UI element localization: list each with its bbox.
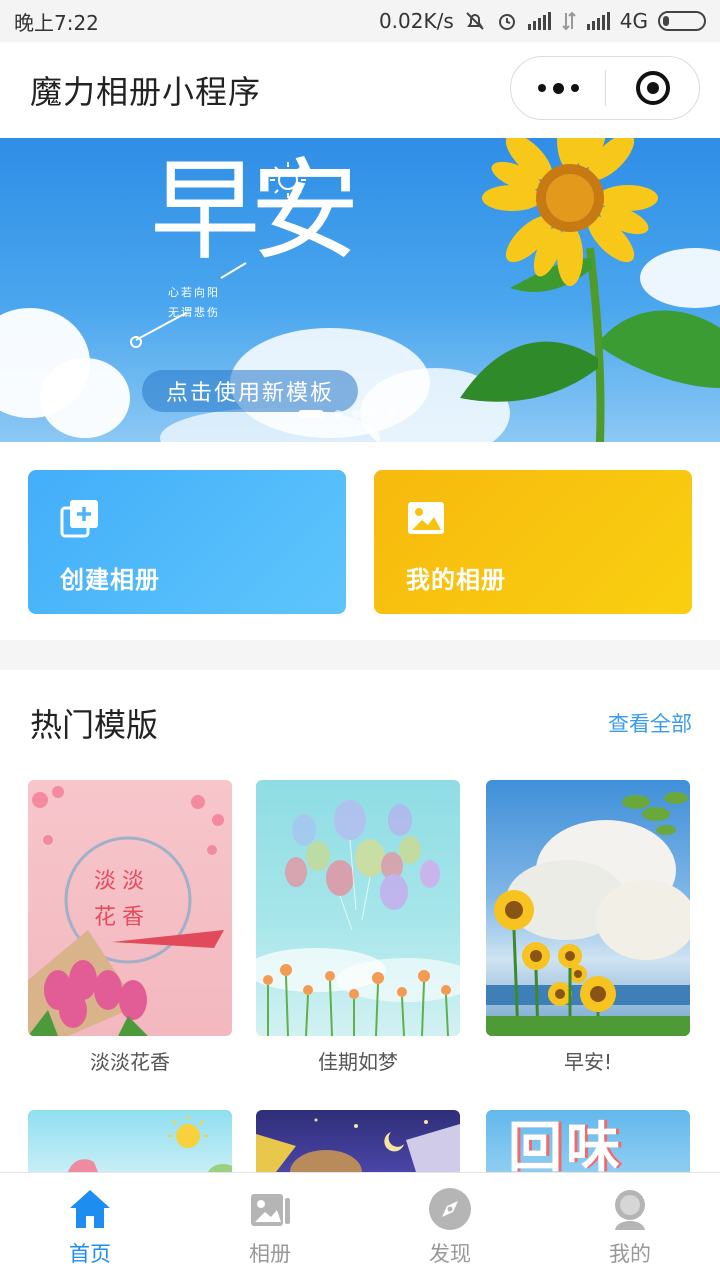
- add-photo-icon: [60, 500, 98, 538]
- tab-label: 相册: [249, 1241, 291, 1266]
- sunflower-illustration: [460, 138, 720, 442]
- album-icon: [251, 1193, 290, 1226]
- network-type: 4G: [619, 9, 648, 33]
- my-albums-label: 我的相册: [406, 566, 506, 594]
- dot: [537, 84, 546, 92]
- template-name: 淡淡花香: [90, 1050, 170, 1074]
- carousel-indicator: [298, 410, 396, 418]
- template-card-partial[interactable]: 回味: [486, 1110, 690, 1172]
- carousel-dot: [388, 410, 396, 418]
- carousel-dot: [352, 410, 360, 418]
- carousel-dot: [334, 410, 342, 418]
- template-art-text: 回味: [508, 1116, 624, 1173]
- signal-icon: [527, 12, 551, 30]
- status-indicators: 0.02K/s 4G: [379, 9, 706, 33]
- banner-carousel[interactable]: 早安 心若向阳 无谓悲伤 点击使用新模板: [0, 138, 720, 442]
- sun-cartoon-art: [68, 1116, 232, 1172]
- template-name: 佳期如梦: [318, 1050, 398, 1074]
- template-thumbnail: [256, 780, 460, 1036]
- create-album-label: 创建相册: [60, 566, 160, 594]
- tab-album[interactable]: 相册: [180, 1173, 360, 1280]
- balloon-art: [256, 800, 460, 1036]
- target-icon: [635, 71, 670, 105]
- template-thumbnail: 淡淡 花香: [28, 780, 232, 1036]
- template-thumbnail: [486, 780, 690, 1036]
- template-card[interactable]: 佳期如梦: [256, 780, 460, 1075]
- dot: [570, 84, 579, 92]
- app-screen: 晚上7:22 0.02K/s 4G 魔力相册小程序 早安 心若向阳 无谓悲伤 点…: [0, 0, 720, 1280]
- tab-label: 发现: [429, 1241, 471, 1266]
- page-title: 魔力相册小程序: [30, 73, 262, 111]
- cloud-shape: [40, 358, 130, 438]
- tab-discover[interactable]: 发现: [360, 1173, 540, 1280]
- template-name: 早安!: [563, 1050, 613, 1074]
- nav-bar: 魔力相册小程序: [0, 42, 720, 138]
- banner-headline-art: 早安: [150, 147, 360, 275]
- view-all-link[interactable]: 查看全部: [608, 708, 692, 738]
- user-icon: [615, 1189, 645, 1230]
- my-albums-button[interactable]: 我的相册: [374, 470, 692, 614]
- status-bar: 晚上7:22 0.02K/s 4G: [0, 0, 720, 42]
- sunflower-field-art: [486, 792, 690, 1036]
- image-icon: [408, 502, 444, 534]
- banner-tagline-2: 无谓悲伤: [168, 306, 220, 319]
- section-title: 热门模版: [30, 706, 159, 744]
- create-album-button[interactable]: 创建相册: [28, 470, 346, 614]
- data-transfer-icon: [562, 11, 576, 31]
- carousel-dot-active: [298, 410, 324, 418]
- battery-icon: [658, 11, 706, 31]
- decor-line: [130, 262, 247, 348]
- template-card-partial[interactable]: [256, 1110, 460, 1172]
- carousel-dot: [370, 410, 378, 418]
- tab-label: 我的: [609, 1241, 651, 1266]
- sun-icon: [270, 162, 306, 198]
- banner-headline: 早安: [150, 147, 360, 275]
- template-card[interactable]: 淡淡 花香 淡淡花香: [28, 780, 232, 1075]
- tab-bar: 首页 相册 发现 我的: [0, 1172, 720, 1280]
- template-card[interactable]: 早安!: [486, 780, 690, 1075]
- home-icon: [70, 1189, 110, 1228]
- section-divider: [0, 640, 720, 670]
- network-speed: 0.02K/s: [378, 9, 454, 33]
- night-sky-art: [256, 1118, 460, 1172]
- signal-icon-2: [586, 12, 610, 30]
- more-menu-button[interactable]: [511, 57, 605, 119]
- close-mini-program-button[interactable]: [606, 57, 699, 119]
- template-card-partial[interactable]: [28, 1110, 232, 1172]
- tab-mine[interactable]: 我的: [540, 1173, 720, 1280]
- tab-home[interactable]: 首页: [0, 1173, 180, 1280]
- tab-label: 首页: [69, 1241, 111, 1266]
- mini-program-capsule: [510, 56, 700, 120]
- mute-bell-icon: [466, 12, 484, 30]
- status-time: 晚上7:22: [14, 10, 99, 35]
- template-art-text: 淡淡 花香: [94, 869, 151, 930]
- compass-icon: [429, 1187, 471, 1230]
- dot: [552, 82, 564, 94]
- alarm-icon: [498, 14, 515, 30]
- banner-tagline-1: 心若向阳: [168, 286, 220, 299]
- banner-cta-button[interactable]: 点击使用新模板: [142, 370, 358, 412]
